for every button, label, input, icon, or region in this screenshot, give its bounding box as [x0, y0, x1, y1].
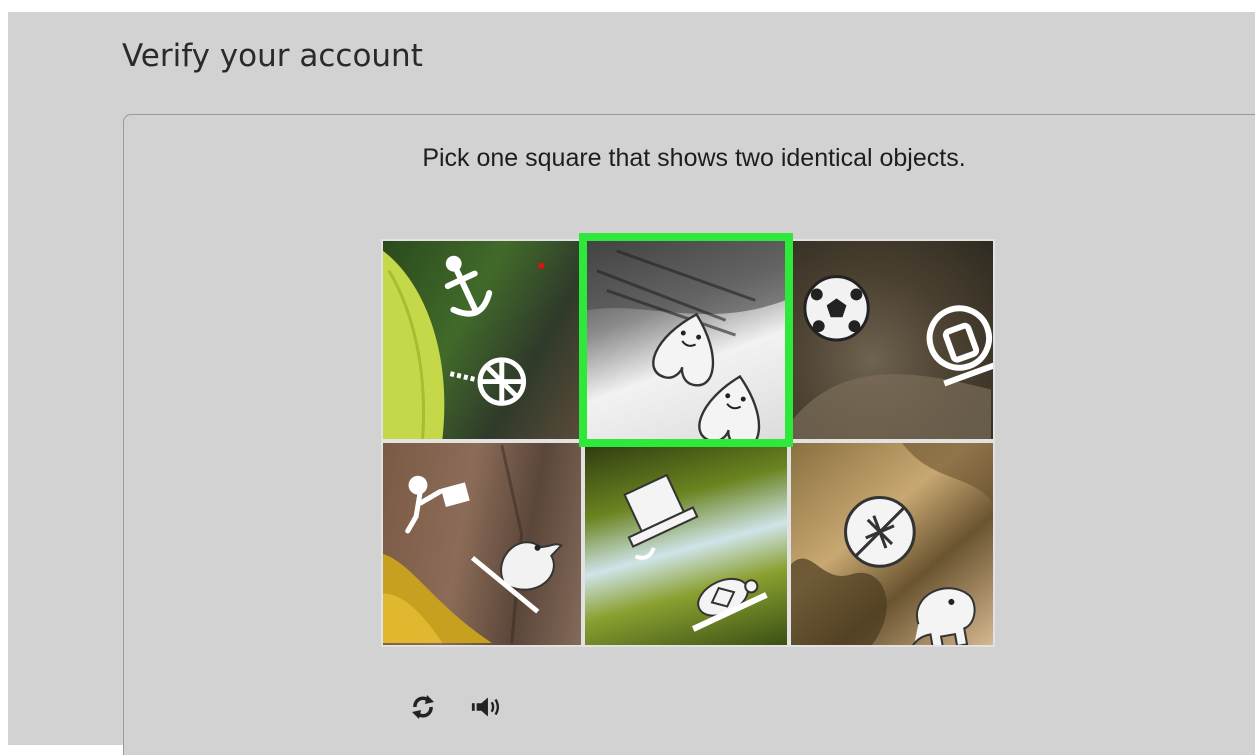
wheel-icon — [449, 357, 527, 406]
refresh-button[interactable] — [406, 690, 440, 724]
captcha-tile-6[interactable] — [789, 441, 995, 647]
page-background: Verify your account Pick one square that… — [8, 12, 1255, 755]
lightbulb-icon — [926, 305, 993, 387]
anchor-icon — [444, 255, 493, 317]
refresh-icon — [412, 695, 434, 719]
captcha-instruction: Pick one square that shows two identical… — [422, 144, 966, 172]
audio-icon — [471, 697, 500, 717]
captcha-grid — [381, 233, 995, 647]
soccer-ball-icon — [803, 275, 870, 342]
captcha-controls — [406, 687, 504, 727]
captcha-tile-3[interactable] — [789, 239, 995, 441]
elephant-icon — [909, 587, 976, 645]
captcha-tile-5[interactable] — [583, 441, 789, 647]
captcha-tile-4[interactable] — [381, 441, 583, 647]
heart-face-icon — [652, 312, 715, 387]
captcha-tile-2[interactable] — [579, 233, 793, 447]
hat-icon — [623, 473, 699, 560]
bird-icon — [470, 541, 563, 614]
audio-button[interactable] — [470, 690, 504, 724]
stop-sign-icon — [844, 496, 916, 568]
turtle-icon — [691, 577, 768, 632]
captcha-card: Pick one square that shows two identical… — [123, 114, 1255, 755]
runner-icon — [405, 475, 470, 534]
captcha-tile-1[interactable] — [381, 239, 583, 441]
page-title: Verify your account — [122, 38, 423, 74]
